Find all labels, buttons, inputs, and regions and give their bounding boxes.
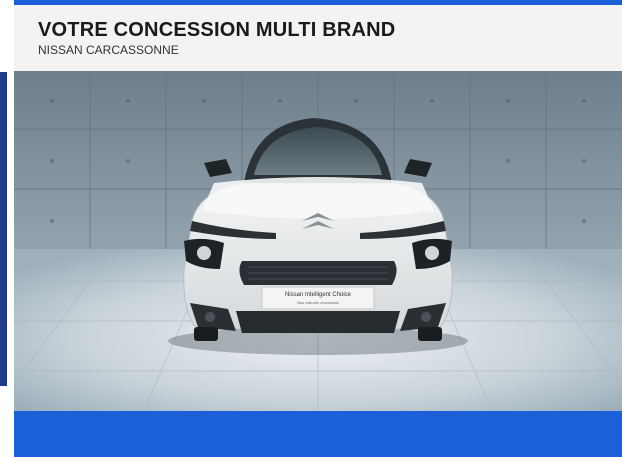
bottom-brand-band [14, 411, 622, 457]
dealer-card[interactable]: VOTRE CONCESSION MULTI BRAND NISSAN CARC… [14, 0, 622, 457]
plate-text-sub: Nos voitures d'occasion [297, 300, 339, 305]
vehicle-photo[interactable]: Nissan Intelligent Choice Nos voitures d… [14, 71, 622, 411]
left-edge-strip [0, 0, 7, 457]
plate-text-main: Nissan Intelligent Choice [285, 292, 352, 298]
card-header: VOTRE CONCESSION MULTI BRAND NISSAN CARC… [14, 5, 622, 71]
dealer-title: VOTRE CONCESSION MULTI BRAND [38, 19, 396, 41]
dealer-subtitle: NISSAN CARCASSONNE [38, 43, 179, 57]
